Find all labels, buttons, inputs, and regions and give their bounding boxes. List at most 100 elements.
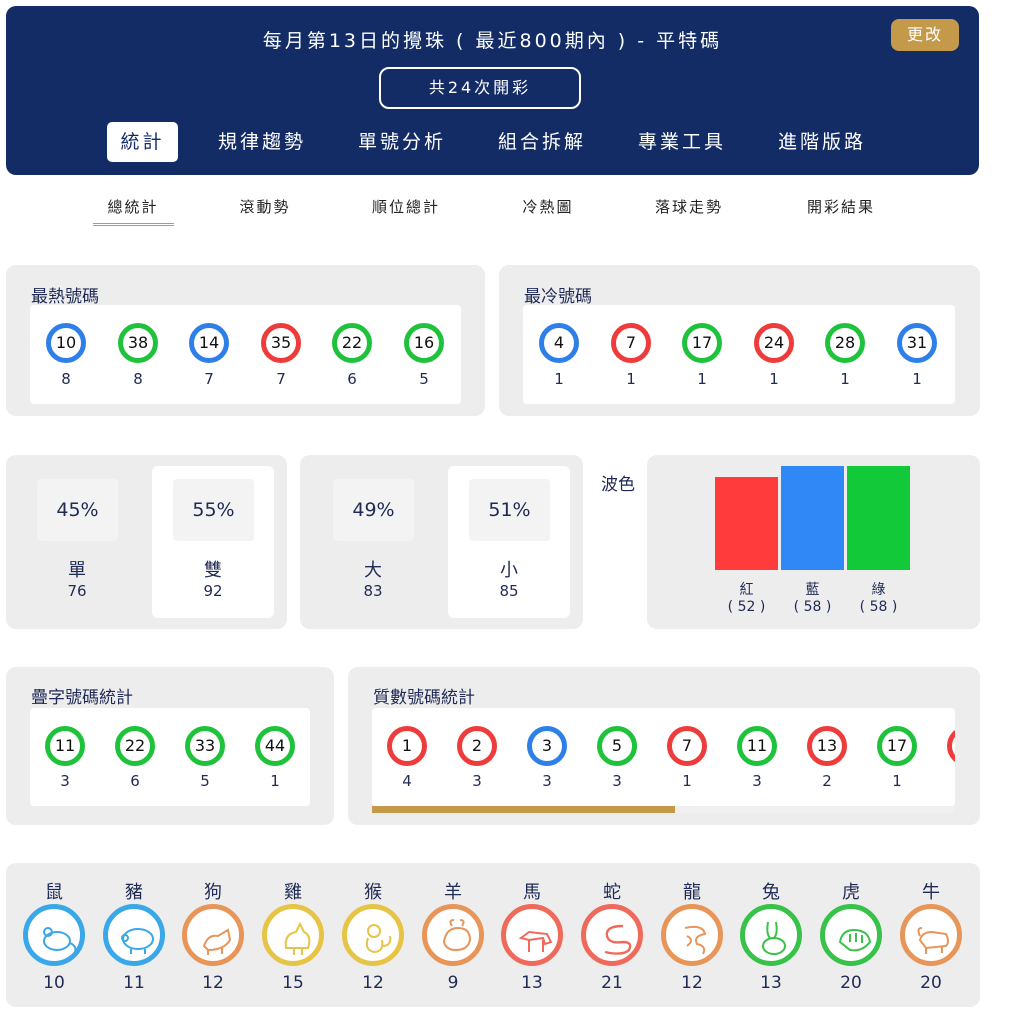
subtab-rolling[interactable]: 滾動勢 — [215, 196, 315, 217]
number-count: 1 — [892, 772, 902, 790]
tab-advanced-road[interactable]: 進階版路 — [769, 122, 875, 162]
number-ball-partial[interactable] — [947, 726, 955, 766]
tab-combination[interactable]: 組合拆解 — [489, 122, 595, 162]
number-ball[interactable]: 28 — [825, 323, 865, 363]
number-count: 4 — [402, 772, 412, 790]
number-count: 5 — [200, 772, 210, 790]
number-ball[interactable]: 35 — [261, 323, 301, 363]
zodiac-ball[interactable] — [501, 904, 563, 966]
value-label: ( 58 ) — [859, 599, 898, 615]
dog-icon — [202, 928, 232, 955]
zodiac-ball[interactable] — [103, 904, 165, 966]
subtab-ball-trend[interactable]: 落球走勢 — [639, 196, 739, 217]
zodiac-ball[interactable] — [740, 904, 802, 966]
prime-scrollbar-thumb[interactable] — [372, 806, 675, 813]
big-percent: 49% — [333, 479, 414, 541]
number-count: 3 — [612, 772, 622, 790]
cold-numbers-panel: 最冷號碼 4 1 7 1 17 1 24 1 28 1 31 1 — [499, 265, 980, 416]
category-label: 藍 — [805, 582, 820, 598]
zodiac-name: 羊 — [444, 882, 462, 903]
number-count: 3 — [60, 772, 70, 790]
number-count: 1 — [682, 772, 692, 790]
tab-single-number[interactable]: 單號分析 — [349, 122, 455, 162]
tab-pro-tools[interactable]: 專業工具 — [629, 122, 735, 162]
zodiac-name: 牛 — [922, 882, 940, 903]
subtab-heatmap[interactable]: 冷熱圖 — [498, 196, 598, 217]
number-ball[interactable]: 22 — [115, 726, 155, 766]
number-ball[interactable]: 11 — [45, 726, 85, 766]
zodiac-ball[interactable] — [342, 904, 404, 966]
number-ball[interactable]: 3 — [527, 726, 567, 766]
small-label: 小 — [500, 560, 518, 581]
zodiac-ball[interactable] — [182, 904, 244, 966]
bar-label-red: 紅 ( 52 ) — [715, 579, 778, 615]
number-ball[interactable]: 38 — [118, 323, 158, 363]
number-ball[interactable]: 5 — [597, 726, 637, 766]
subtab-total[interactable]: 總統計 — [83, 196, 183, 217]
bar-label-green: 綠 ( 58 ) — [847, 579, 910, 615]
header-banner: 每月第13日的攪珠 ( 最近800期內 ) - 平特碼 更改 共24次開彩 統計… — [6, 6, 979, 175]
zodiac-name: 鼠 — [45, 882, 63, 903]
number-ball[interactable]: 22 — [332, 323, 372, 363]
number-ball[interactable]: 1 — [387, 726, 427, 766]
repeat-numbers-panel: 疊字號碼統計 11 3 22 6 33 5 44 1 — [6, 667, 334, 825]
number-ball[interactable]: 2 — [457, 726, 497, 766]
number-count: 8 — [61, 370, 71, 388]
wave-color-chart: 紅 ( 52 ) 藍 ( 58 ) 綠 ( 58 ) — [647, 455, 980, 629]
zodiac-ball[interactable] — [820, 904, 882, 966]
odd-even-panel: 45% 單 76 55% 雙 92 — [6, 455, 287, 629]
number-ball[interactable]: 44 — [255, 726, 295, 766]
goat-icon — [442, 919, 472, 952]
draw-count-badge: 共24次開彩 — [379, 67, 581, 109]
number-ball[interactable]: 24 — [754, 323, 794, 363]
number-ball[interactable]: 10 — [46, 323, 86, 363]
zodiac-ball[interactable] — [581, 904, 643, 966]
even-count: 92 — [203, 582, 223, 600]
bar-label-blue: 藍 ( 58 ) — [781, 579, 844, 615]
number-ball[interactable]: 16 — [404, 323, 444, 363]
number-ball[interactable]: 31 — [897, 323, 937, 363]
rat-icon — [43, 927, 77, 953]
snake-icon — [604, 924, 632, 955]
number-ball[interactable]: 14 — [189, 323, 229, 363]
subtab-order-total[interactable]: 順位總計 — [356, 196, 456, 217]
zodiac-count: 12 — [202, 973, 224, 993]
cold-numbers-list: 4 1 7 1 17 1 24 1 28 1 31 1 — [523, 305, 955, 404]
zodiac-count: 12 — [681, 973, 703, 993]
number-ball[interactable]: 11 — [737, 726, 777, 766]
prime-numbers-list[interactable]: 1 4 2 3 3 3 5 3 7 1 11 3 13 2 17 1 — [372, 708, 955, 806]
number-count: 7 — [276, 370, 286, 388]
number-ball[interactable]: 33 — [185, 726, 225, 766]
tiger-icon — [838, 928, 872, 952]
even-percent: 55% — [173, 479, 254, 541]
zodiac-ball[interactable] — [900, 904, 962, 966]
big-stat: 49% 大 83 — [312, 466, 434, 618]
zodiac-ball[interactable] — [23, 904, 85, 966]
zodiac-count: 12 — [362, 973, 384, 993]
zodiac-ball[interactable] — [422, 904, 484, 966]
tab-pattern-trend[interactable]: 規律趨勢 — [209, 122, 315, 162]
zodiac-ball[interactable] — [661, 904, 723, 966]
zodiac-ball[interactable] — [262, 904, 324, 966]
number-ball[interactable]: 13 — [807, 726, 847, 766]
number-ball[interactable]: 17 — [682, 323, 722, 363]
even-label: 雙 — [204, 560, 222, 581]
zodiac-count: 11 — [123, 973, 145, 993]
number-count: 2 — [822, 772, 832, 790]
number-count: 1 — [554, 370, 564, 388]
number-count: 1 — [626, 370, 636, 388]
number-ball[interactable]: 4 — [539, 323, 579, 363]
odd-count: 76 — [67, 582, 87, 600]
zodiac-count: 21 — [601, 973, 623, 993]
tab-statistics[interactable]: 統計 — [107, 122, 178, 162]
odd-label: 單 — [68, 560, 86, 581]
number-ball[interactable]: 7 — [667, 726, 707, 766]
repeat-numbers-title: 疊字號碼統計 — [31, 688, 133, 708]
subtab-results[interactable]: 開彩結果 — [791, 196, 891, 217]
zodiac-count: 13 — [521, 973, 543, 993]
number-ball[interactable]: 17 — [877, 726, 917, 766]
zodiac-count: 15 — [282, 973, 304, 993]
even-stat: 55% 雙 92 — [152, 466, 274, 618]
change-button[interactable]: 更改 — [891, 19, 959, 51]
number-ball[interactable]: 7 — [611, 323, 651, 363]
